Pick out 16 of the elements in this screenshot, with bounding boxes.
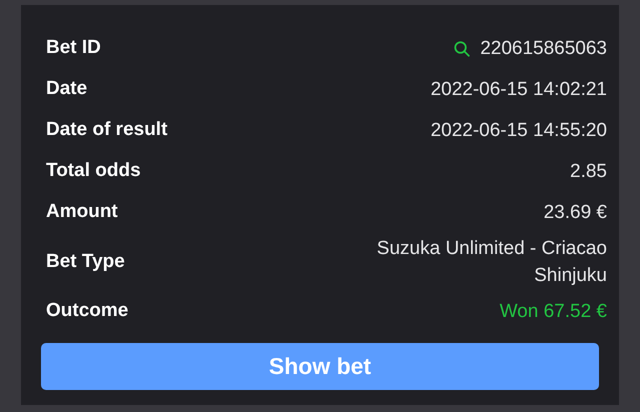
detail-value: 2022-06-15 14:55:20 (430, 119, 607, 143)
detail-value: 23.69 € (544, 201, 607, 225)
detail-value: Won 67.52 € (500, 300, 607, 324)
detail-value: 2.85 (570, 160, 607, 184)
detail-label: Amount (46, 200, 118, 224)
detail-value: 2022-06-15 14:02:21 (430, 78, 607, 102)
detail-label: Bet Type (46, 250, 125, 274)
detail-label: Outcome (46, 299, 128, 324)
detail-label: Date of result (46, 118, 168, 142)
detail-label: Total odds (46, 159, 141, 184)
detail-label: Date (46, 77, 88, 102)
detail-value: 220615865063 (480, 37, 607, 61)
show-bet-button[interactable]: Show bet (41, 343, 599, 390)
detail-value: Suzuka Unlimited - Criacao Shinjuku (376, 237, 607, 288)
detail-label: Bet ID (46, 36, 101, 60)
search-icon[interactable] (453, 40, 472, 58)
